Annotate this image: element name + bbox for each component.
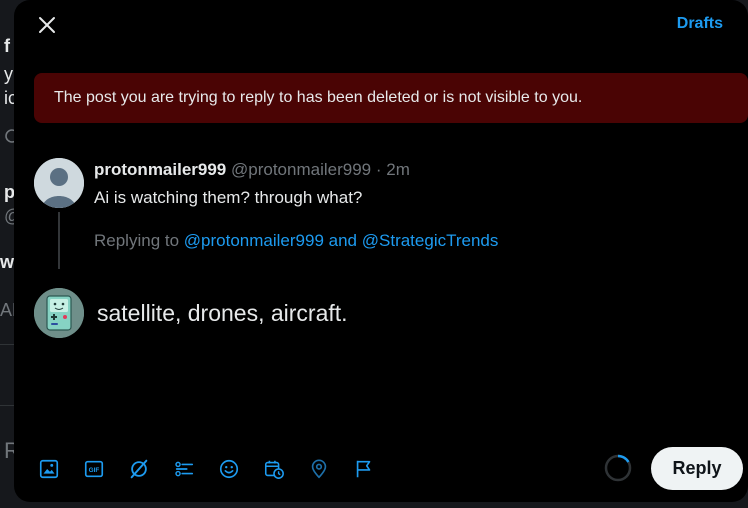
drafts-button[interactable]: Drafts	[677, 15, 723, 33]
tag-location-button[interactable]	[351, 455, 396, 483]
location-icon	[311, 459, 327, 479]
schedule-button[interactable]	[261, 455, 306, 483]
user-handle[interactable]: @protonmailer999	[231, 160, 371, 179]
bg-divider	[0, 344, 14, 345]
close-icon	[39, 17, 55, 33]
grok-button[interactable]	[126, 455, 171, 483]
alert-message: The post you are trying to reply to has …	[54, 89, 583, 106]
flag-icon	[356, 460, 371, 478]
replying-to: Replying to @protonmailer999 and @Strate…	[94, 231, 498, 251]
schedule-icon	[264, 460, 284, 479]
separator-dot: ·	[375, 160, 382, 179]
poll-button[interactable]	[171, 455, 216, 483]
grok-icon	[130, 459, 148, 479]
svg-text:GIF: GIF	[89, 467, 100, 474]
bg-fragment: f	[4, 36, 10, 56]
media-button[interactable]	[36, 455, 81, 483]
deleted-post-alert: The post you are trying to reply to has …	[34, 73, 748, 123]
bg-divider	[0, 405, 14, 406]
default-avatar-icon	[34, 158, 84, 208]
avatar[interactable]	[34, 158, 84, 208]
display-name[interactable]: protonmailer999	[94, 160, 226, 179]
compose-textarea[interactable]: satellite, drones, aircraft.	[97, 300, 348, 327]
original-post-text: Ai is watching them? through what?	[94, 188, 363, 207]
post-time[interactable]: 2m	[386, 160, 410, 179]
compose-toolbar: GIF	[36, 455, 396, 483]
mention-link[interactable]: @StrategicTrends	[362, 231, 499, 250]
close-button[interactable]	[32, 10, 62, 40]
poll-icon	[175, 461, 194, 477]
gif-button[interactable]: GIF	[81, 455, 126, 483]
emoji-icon	[219, 459, 239, 479]
replying-prefix: Replying to	[94, 231, 180, 250]
mention-conjunction[interactable]: and	[329, 231, 357, 250]
location-button[interactable]	[306, 455, 351, 483]
reply-modal: Drafts The post you are trying to reply …	[14, 0, 748, 502]
bg-fragment: y	[4, 64, 13, 84]
bmo-avatar-icon	[34, 288, 84, 338]
original-post-header: protonmailer999 @protonmailer999 · 2m	[94, 160, 410, 180]
mention-link[interactable]: @protonmailer999	[184, 231, 324, 250]
reply-button[interactable]: Reply	[651, 447, 743, 490]
image-icon	[39, 459, 59, 479]
gif-icon: GIF	[84, 460, 104, 478]
emoji-button[interactable]	[216, 455, 261, 483]
thread-line	[58, 212, 60, 269]
character-progress-ring	[604, 454, 632, 482]
user-avatar[interactable]	[34, 288, 84, 338]
